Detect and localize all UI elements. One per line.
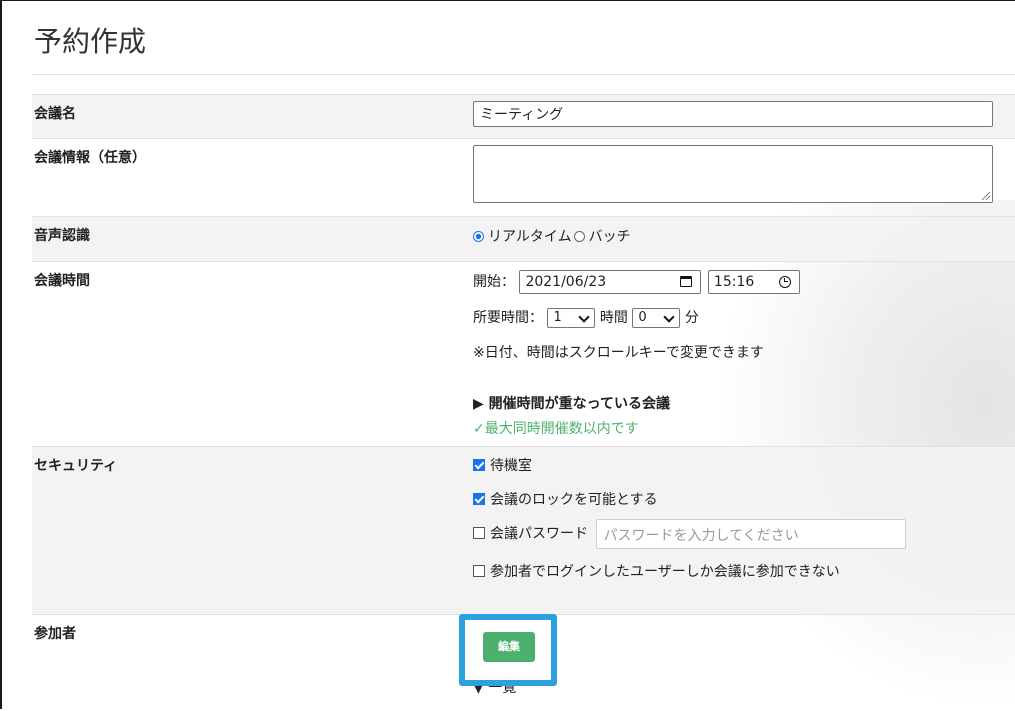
minutes-value: 0 [638, 310, 647, 325]
security-label: セキュリティ [34, 458, 118, 474]
row-meeting-info: 会議情報（任意） [32, 138, 1015, 217]
edit-participants-button[interactable]: 編集 [483, 632, 535, 662]
speech-mode-options: リアルタイム バッチ [473, 226, 631, 246]
meeting-name-label: 会議名 [34, 106, 76, 122]
realtime-label[interactable]: リアルタイム [488, 229, 572, 245]
chevron-down-icon [663, 311, 676, 323]
row-meeting-time: 会議時間 開始： 2021/06/23 15:16 所要時間： 1 時間 0 分… [32, 261, 1015, 447]
scroll-note: ※日付、時間はスクロールキーで変更できます [473, 345, 764, 361]
start-date-value: 2021/06/23 [525, 274, 607, 290]
password-input[interactable]: パスワードを入力してください [596, 519, 907, 549]
start-date-input[interactable]: 2021/06/23 [519, 270, 702, 294]
capacity-status: ✓最大同時開催数以内です [473, 421, 639, 437]
duration-line: 所要時間： 1 時間 0 分 [473, 307, 699, 328]
hours-unit: 時間 [599, 310, 628, 326]
batch-label[interactable]: バッチ [589, 229, 631, 245]
batch-radio[interactable] [573, 231, 585, 242]
meeting-info-label: 会議情報（任意） [34, 150, 146, 166]
clock-icon[interactable] [778, 276, 791, 288]
login-only-checkbox[interactable] [473, 565, 485, 577]
lock-checkbox[interactable] [473, 493, 485, 505]
realtime-radio[interactable] [473, 231, 484, 242]
password-checkbox[interactable] [473, 527, 485, 539]
login-only-label[interactable]: 参加者でログインしたユーザーしか会議に参加できない [490, 564, 840, 580]
title-divider [32, 74, 1015, 75]
page-title: 予約作成 [34, 25, 147, 58]
row-security: セキュリティ 待機室 会議のロックを可能とする 会議パスワード パスワードを入力… [32, 446, 1015, 615]
row-meeting-name: 会議名 [32, 94, 1015, 139]
minutes-select[interactable]: 0 [632, 308, 681, 328]
waiting-room-option: 待機室 [473, 455, 532, 475]
meeting-name-input[interactable] [473, 101, 993, 127]
waiting-room-label[interactable]: 待機室 [490, 458, 532, 474]
hours-select[interactable]: 1 [547, 308, 596, 328]
start-time-input[interactable]: 15:16 [707, 270, 800, 294]
start-line: 開始： 2021/06/23 15:16 [473, 270, 800, 294]
participants-label: 参加者 [34, 626, 76, 642]
duration-label: 所要時間： [473, 310, 543, 326]
password-option: 会議パスワード パスワードを入力してください [473, 519, 907, 549]
overlap-toggle[interactable]: ▶ 開催時間が重なっている会議 [473, 393, 670, 413]
meeting-info-textarea[interactable] [473, 145, 993, 203]
meeting-time-label: 会議時間 [34, 273, 90, 289]
start-time-value: 15:16 [713, 274, 755, 290]
speech-recognition-label: 音声認識 [34, 228, 90, 244]
row-speech-recognition: 音声認識 リアルタイム バッチ [32, 216, 1015, 262]
minutes-unit: 分 [684, 310, 699, 326]
lock-label[interactable]: 会議のロックを可能とする [490, 492, 658, 508]
start-label: 開始： [473, 274, 515, 290]
waiting-room-checkbox[interactable] [473, 459, 485, 471]
password-label[interactable]: 会議パスワード [490, 526, 588, 542]
chevron-down-icon [578, 311, 591, 323]
resize-handle-icon[interactable] [982, 192, 990, 200]
lock-option: 会議のロックを可能とする [473, 489, 658, 509]
calendar-icon[interactable] [680, 276, 693, 287]
login-only-option: 参加者でログインしたユーザーしか会議に参加できない [473, 561, 840, 581]
hours-value: 1 [553, 310, 562, 325]
